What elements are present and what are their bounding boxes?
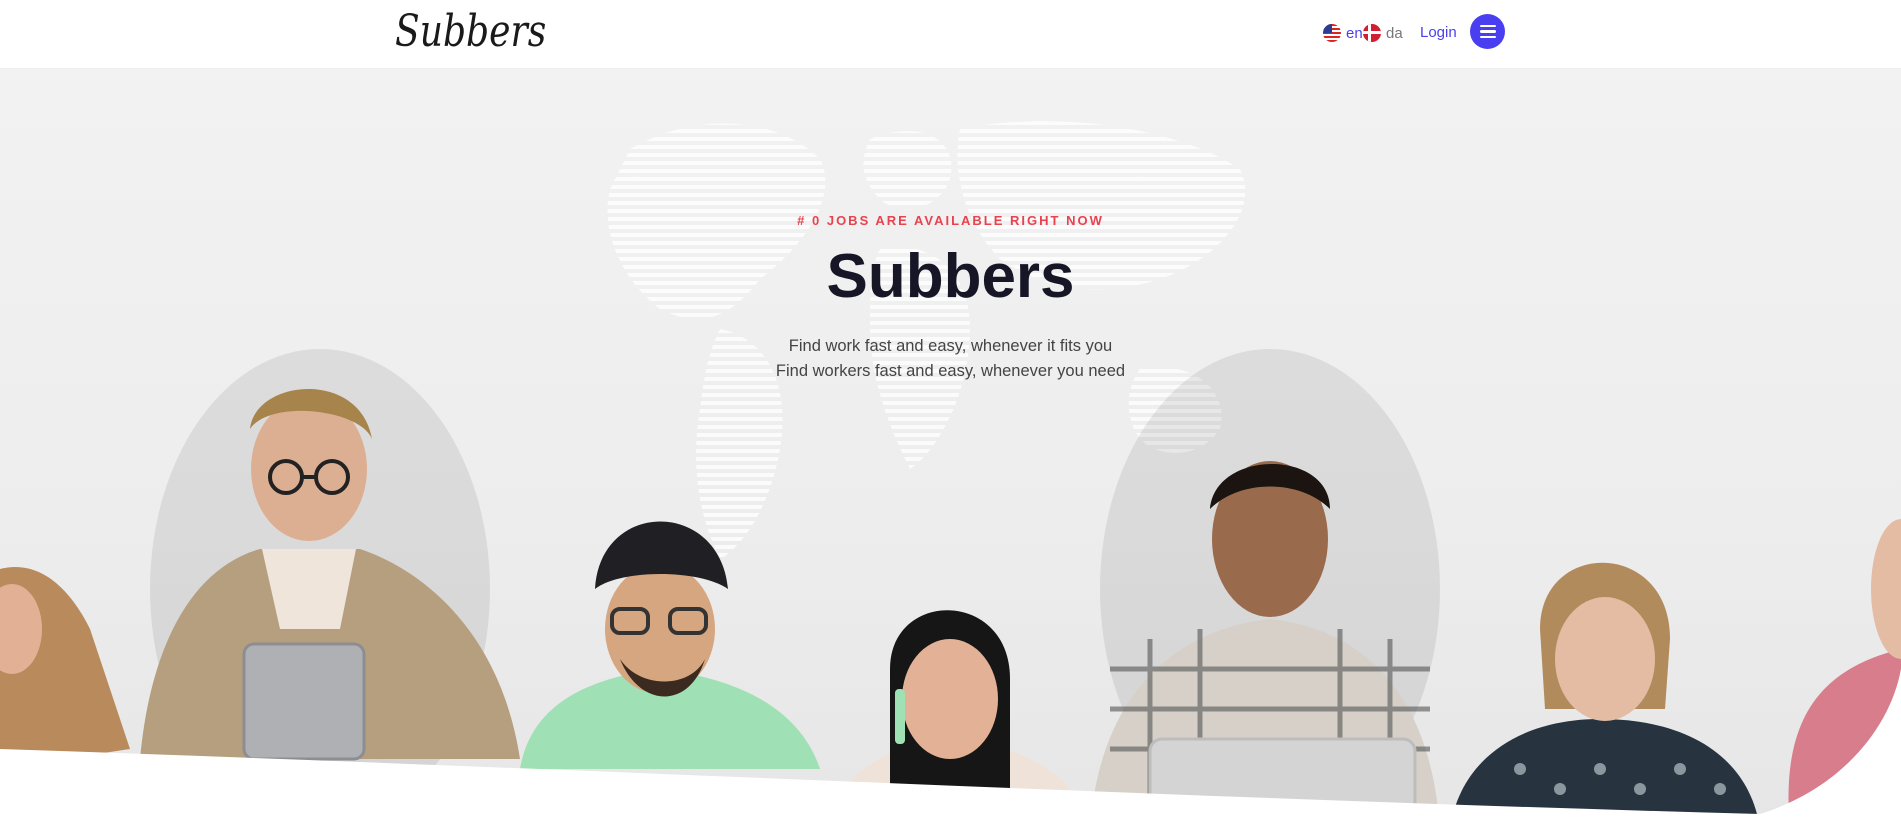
jobs-available-tagline: # 0 JOBS ARE AVAILABLE RIGHT NOW [797, 213, 1104, 228]
hero-subtitle-2: Find workers fast and easy, whenever you… [775, 362, 1126, 380]
hero-subtitle-1: Find work fast and easy, whenever it fit… [788, 337, 1113, 355]
language-en[interactable]: en [1323, 22, 1363, 44]
language-da-label: da [1386, 24, 1403, 42]
people-photo [0, 349, 1901, 829]
dk-flag-icon [1363, 24, 1381, 42]
us-flag-icon [1323, 24, 1341, 42]
hamburger-menu-icon[interactable] [1470, 14, 1505, 49]
login-link[interactable]: Login [1420, 24, 1457, 41]
language-da[interactable]: da [1363, 22, 1403, 44]
site-header: Subbers en da Login [0, 0, 1901, 69]
logo[interactable]: Subbers [395, 6, 546, 57]
hero-section: # 0 JOBS ARE AVAILABLE RIGHT NOW Subbers… [0, 69, 1901, 829]
hero-title: Subbers [826, 242, 1075, 311]
language-en-label: en [1346, 24, 1363, 42]
